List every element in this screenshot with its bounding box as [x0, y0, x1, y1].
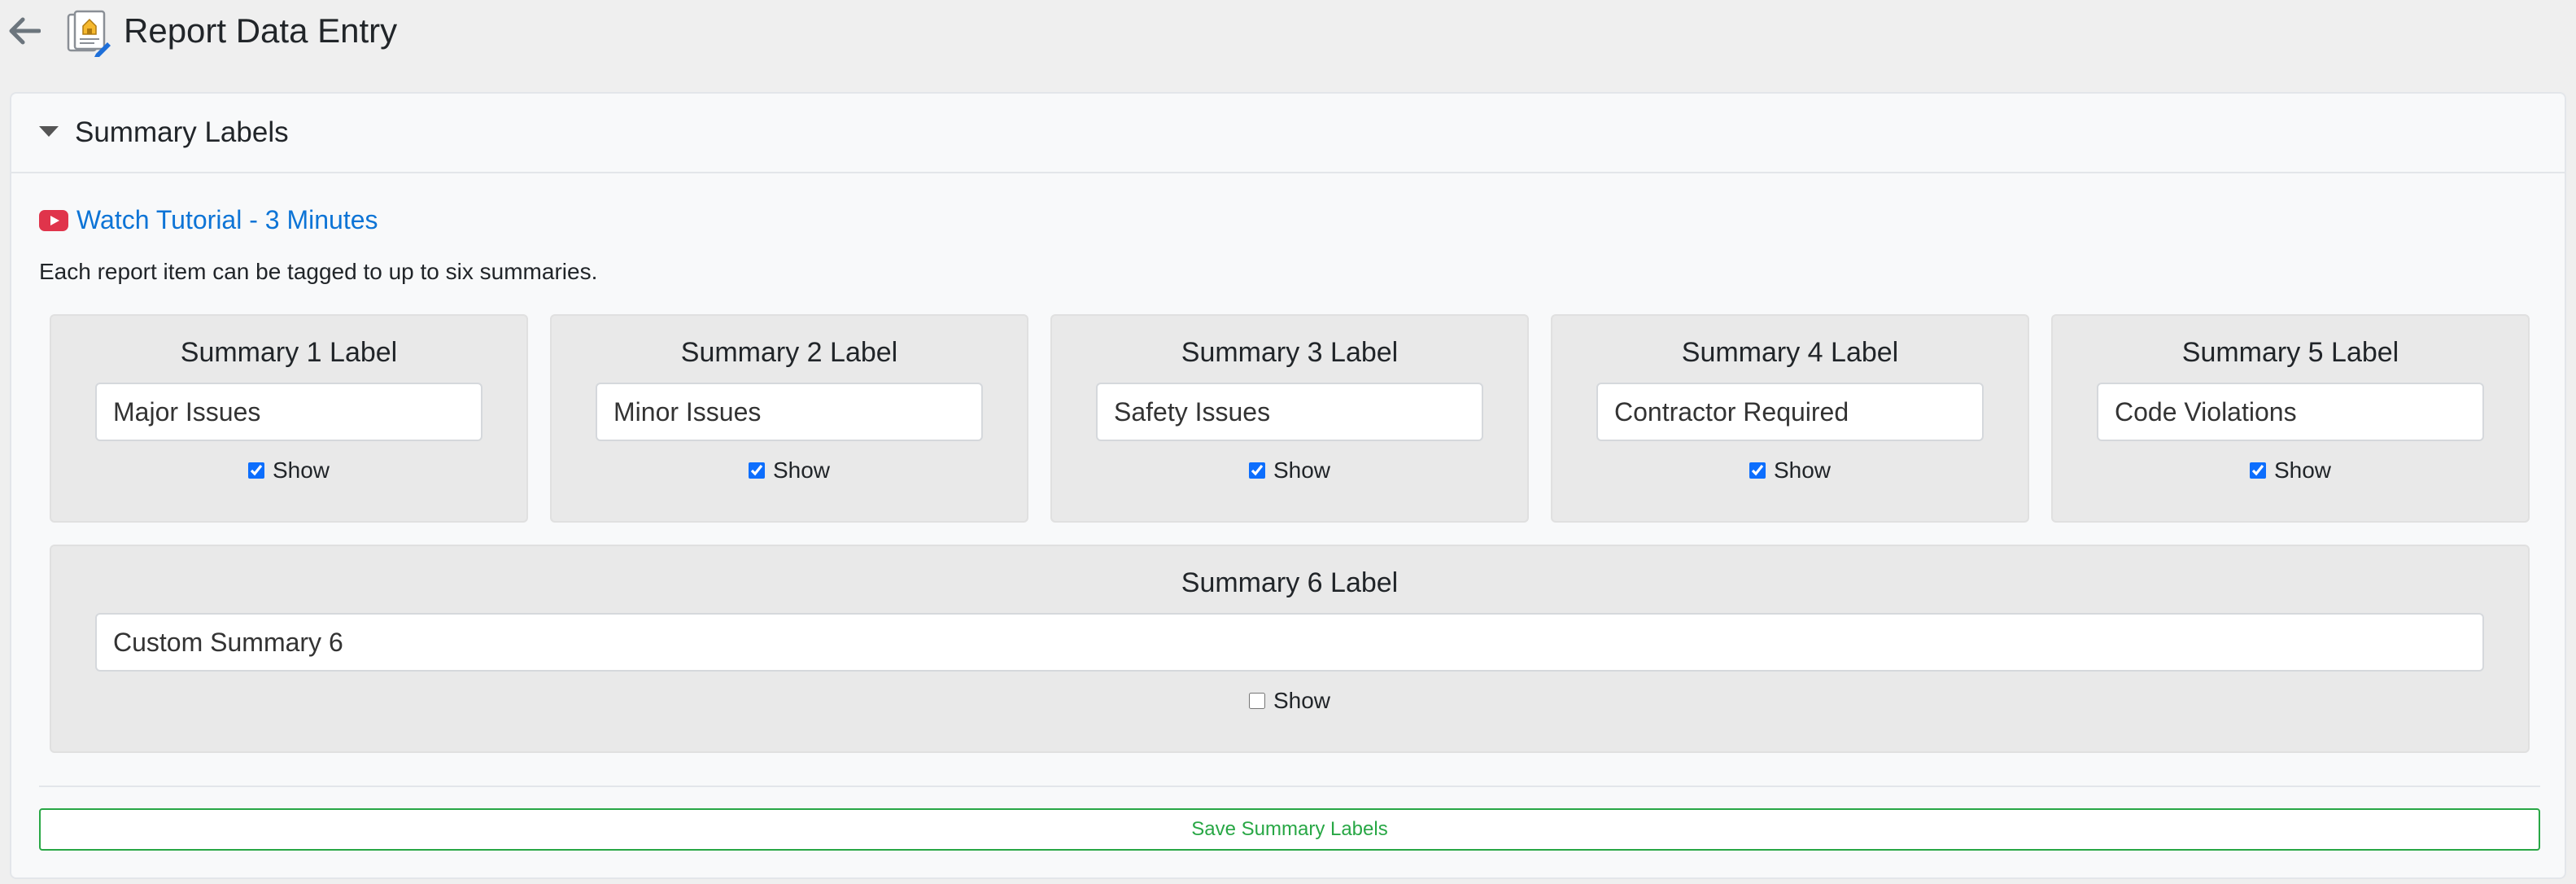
divider [39, 786, 2540, 787]
section-title: Summary Labels [75, 116, 289, 148]
summary-1-show-row: Show [51, 457, 526, 484]
summary-4-input[interactable] [1596, 383, 1984, 441]
summary-2-show-row: Show [552, 457, 1027, 484]
summary-1-label: Summary 1 Label [180, 337, 398, 368]
summary-6-label: Summary 6 Label [1181, 567, 1399, 598]
page-title: Report Data Entry [124, 11, 398, 50]
summary-4-label: Summary 4 Label [1681, 337, 1899, 368]
watch-tutorial-link[interactable]: Watch Tutorial - 3 Minutes [39, 205, 378, 235]
summary-3-show-row: Show [1052, 457, 1527, 484]
save-summary-labels-button[interactable]: Save Summary Labels [39, 808, 2540, 851]
summary-3-box: Summary 3 Label Show [1050, 314, 1529, 523]
summary-2-input[interactable] [596, 383, 983, 441]
summary-6-box: Summary 6 Label Show [50, 545, 2530, 753]
summary-6-input[interactable] [95, 613, 2484, 672]
youtube-icon [39, 209, 68, 231]
summary-3-show-checkbox[interactable] [1248, 462, 1265, 479]
summary-2-show-label: Show [772, 457, 831, 483]
summary-6-show-label: Show [1273, 688, 1331, 713]
summary-4-show-label: Show [1773, 457, 1832, 483]
summary-5-show-label: Show [2273, 457, 2332, 483]
summary-4-show-checkbox[interactable] [1749, 462, 1766, 479]
summary-2-show-checkbox[interactable] [748, 462, 765, 479]
summary-1-box: Summary 1 Label Show [50, 314, 528, 523]
summary-5-show-checkbox[interactable] [2249, 462, 2266, 479]
summary-6-show-row: Show [51, 688, 2528, 714]
caret-down-icon [39, 126, 59, 137]
summary-4-box: Summary 4 Label Show [1551, 314, 2029, 523]
summary-5-box: Summary 5 Label Show [2051, 314, 2530, 523]
summary-1-input[interactable] [95, 383, 482, 441]
arrow-left-icon [9, 17, 41, 45]
summary-5-input[interactable] [2097, 383, 2484, 441]
report-house-icon [67, 10, 111, 57]
summary-3-input[interactable] [1096, 383, 1483, 441]
summary-1-show-checkbox[interactable] [247, 462, 264, 479]
summary-labels-card: Summary Labels Watch Tutorial - 3 Minute… [10, 92, 2566, 879]
summary-4-show-row: Show [1552, 457, 2028, 484]
summary-1-show-label: Show [272, 457, 330, 483]
description-text: Each report item can be tagged to up to … [39, 259, 598, 284]
tutorial-link-text: Watch Tutorial - 3 Minutes [76, 205, 378, 234]
back-button[interactable] [7, 15, 42, 47]
summary-5-label: Summary 5 Label [2181, 337, 2399, 368]
summary-2-box: Summary 2 Label Show [550, 314, 1028, 523]
summary-2-label: Summary 2 Label [680, 337, 898, 368]
page-header: Report Data Entry [0, 0, 2576, 65]
summary-3-label: Summary 3 Label [1181, 337, 1399, 368]
summary-5-show-row: Show [2053, 457, 2528, 484]
summary-labels-toggle[interactable]: Summary Labels [11, 94, 2565, 173]
summary-6-show-checkbox[interactable] [1248, 693, 1265, 709]
summary-3-show-label: Show [1273, 457, 1331, 483]
